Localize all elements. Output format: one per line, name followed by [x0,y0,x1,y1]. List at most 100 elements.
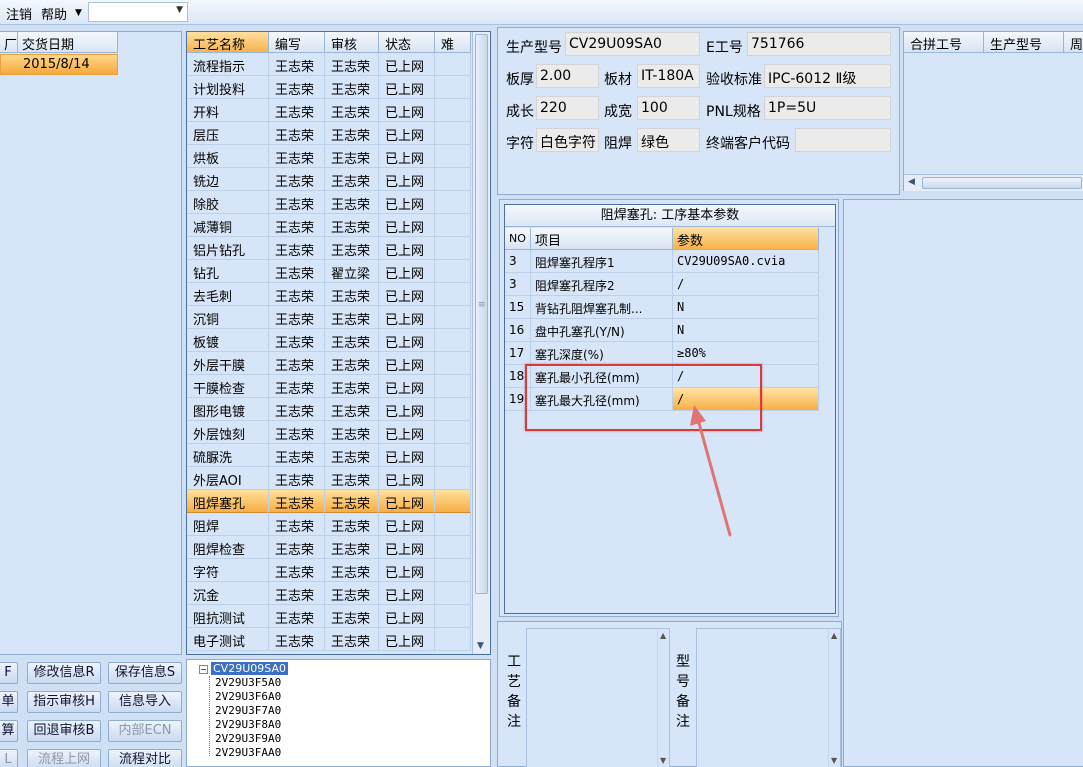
table-row[interactable]: 字符 王志荣 王志荣 已上网 [187,559,471,582]
order-row-delivery-date[interactable]: 2015/8/14 [0,54,118,75]
table-row[interactable]: 电子测试 王志荣 王志荣 已上网 [187,628,471,651]
edit-info-button[interactable]: 修改信息R [27,662,101,684]
table-row[interactable]: 17 塞孔深度(%) ≥80% [505,342,819,365]
column-header-difficulty[interactable]: 难度 [435,32,471,72]
table-row[interactable]: 外层干膜 王志荣 王志荣 已上网 [187,352,471,375]
table-row[interactable]: 沉铜 王志荣 王志荣 已上网 [187,306,471,329]
button-f[interactable]: F [0,662,18,684]
table-row[interactable]: 烘板 王志荣 王志荣 已上网 [187,145,471,168]
collapse-icon[interactable]: − [199,664,208,674]
column-header-item[interactable]: 项目 [531,228,673,250]
eng-no-field[interactable]: 751766 [747,32,891,56]
button-single[interactable]: 单 [0,691,18,713]
chevron-down-icon[interactable]: ▼ [176,5,183,15]
table-row[interactable]: 阻焊塞孔 王志荣 王志荣 已上网 [187,490,471,513]
table-row[interactable]: 计划投料 王志荣 王志荣 已上网 [187,76,471,99]
toolbar-dropdown[interactable]: ▼ [88,2,188,22]
table-row[interactable]: 15 背钻孔阻焊塞孔制... N [505,296,819,319]
model-remark-textarea[interactable]: ▲ ▼ [696,628,841,767]
table-row[interactable]: 外层AOI 王志荣 王志荣 已上网 [187,467,471,490]
import-info-button[interactable]: 信息导入 [108,691,182,713]
table-row[interactable]: 外层蚀刻 王志荣 王志荣 已上网 [187,421,471,444]
material-field[interactable]: IT-180A [637,64,700,88]
save-info-button[interactable]: 保存信息S [108,662,182,684]
table-row[interactable]: 钻孔 王志荣 翟立梁 已上网 [187,260,471,283]
scroll-down-icon[interactable]: ▼ [831,756,837,765]
table-row[interactable]: 干膜检查 王志荣 王志荣 已上网 [187,375,471,398]
button-calc[interactable]: 算 [0,720,18,742]
scroll-up-icon[interactable]: ▲ [660,631,666,640]
table-row[interactable]: 铣边 王志荣 王志荣 已上网 [187,168,471,191]
table-row[interactable]: 沉金 王志荣 王志荣 已上网 [187,582,471,605]
menu-help[interactable]: 帮助 [41,4,67,23]
column-header-delivery-date[interactable]: 交货日期 [18,32,118,53]
scrollbar-thumb[interactable] [475,34,488,594]
column-header-process-name[interactable]: 工艺名称 [187,32,269,53]
cell-param[interactable]: / [673,273,819,296]
table-row[interactable]: 流程指示 王志荣 王志荣 已上网 [187,53,471,76]
table-row[interactable]: 阻焊检查 王志荣 王志荣 已上网 [187,536,471,559]
revert-review-button[interactable]: 回退审核B [27,720,101,742]
tree-root[interactable]: − CV29U09SA0 [199,662,288,675]
table-row[interactable]: 铝片钻孔 王志荣 王志荣 已上网 [187,237,471,260]
remark-scrollbar[interactable]: ▲ ▼ [828,629,840,767]
cell-param[interactable]: CV29U09SA0.cvia [673,250,819,273]
menu-logout[interactable]: 注销 [6,4,32,23]
instruction-review-button[interactable]: 指示审核H [27,691,101,713]
table-row[interactable]: 层压 王志荣 王志荣 已上网 [187,122,471,145]
pnl-field[interactable]: 1P=5U [764,96,891,120]
column-header-author[interactable]: 编写 [269,32,325,53]
table-row[interactable]: 阻抗测试 王志荣 王志荣 已上网 [187,605,471,628]
merge-table-hscrollbar[interactable]: ◀ [904,174,1083,191]
tree-item[interactable]: 2V29U3F7A0 [215,704,281,717]
table-row[interactable]: 减薄铜 王志荣 王志荣 已上网 [187,214,471,237]
process-remark-textarea[interactable]: ▲ ▼ [526,628,670,767]
width-field[interactable]: 100 [637,96,700,120]
scrollbar-thumb[interactable] [922,177,1082,189]
column-header-param[interactable]: 参数 [673,228,819,250]
model-field[interactable]: CV29U09SA0 [565,32,700,56]
solder-mask-field[interactable]: 绿色 [637,128,700,152]
table-row[interactable]: 3 阻焊塞孔程序1 CV29U09SA0.cvia [505,250,819,273]
column-header-status[interactable]: 状态 [379,32,435,53]
tree-item[interactable]: 2V29U3F9A0 [215,732,281,745]
table-row[interactable]: 16 盘中孔塞孔(Y/N) N [505,319,819,342]
thickness-field[interactable]: 2.00 [536,64,599,88]
scroll-left-icon[interactable]: ◀ [908,177,915,187]
table-row[interactable]: 除胶 王志荣 王志荣 已上网 [187,191,471,214]
length-field[interactable]: 220 [536,96,599,120]
cell-param[interactable]: ≥80% [673,342,819,365]
cell-param[interactable]: N [673,319,819,342]
table-row[interactable]: 阻焊 王志荣 王志荣 已上网 [187,513,471,536]
tree-item[interactable]: 2V29U3FAA0 [215,746,281,759]
table-row[interactable]: 去毛刺 王志荣 王志荣 已上网 [187,283,471,306]
tree-item[interactable]: 2V29U3F8A0 [215,718,281,731]
tree-item[interactable]: 2V29U3F5A0 [215,676,281,689]
column-header-merge-model[interactable]: 生产型号 [984,32,1064,53]
table-row[interactable]: 图形电镀 王志荣 王志荣 已上网 [187,398,471,421]
button-l[interactable]: L [0,749,18,767]
tree-root-label[interactable]: CV29U09SA0 [211,662,288,675]
cell-param[interactable]: N [673,296,819,319]
table-row[interactable]: 3 阻焊塞孔程序2/ [505,273,819,296]
scroll-down-icon[interactable]: ▼ [660,756,666,765]
publish-flow-button[interactable]: 流程上网 [27,749,101,767]
tree-item[interactable]: 2V29U3F6A0 [215,690,281,703]
standard-field[interactable]: IPC-6012 Ⅱ级 [764,64,891,88]
column-header-factory[interactable]: 厂 [0,32,18,53]
column-header-no[interactable]: NO [505,228,531,250]
char-field[interactable]: 白色字符 [536,128,599,152]
column-header-reviewer[interactable]: 审核 [325,32,379,53]
chevron-down-icon[interactable]: ▼ [75,8,82,18]
process-grid-scrollbar[interactable]: ≡ ▼ [472,32,490,654]
compare-flow-button[interactable]: 流程对比 [108,749,182,767]
internal-ecn-button[interactable]: 内部ECN [108,720,182,742]
table-row[interactable]: 板镀 王志荣 王志荣 已上网 [187,329,471,352]
remark-scrollbar[interactable]: ▲ ▼ [657,629,669,767]
scroll-down-icon[interactable]: ▼ [477,641,484,651]
table-row[interactable]: 硫脲洗 王志荣 王志荣 已上网 [187,444,471,467]
table-row[interactable]: 开料 王志荣 王志荣 已上网 [187,99,471,122]
scroll-up-icon[interactable]: ▲ [831,631,837,640]
column-header-merge-no[interactable]: 合拼工号 [904,32,984,53]
customer-code-field[interactable] [795,128,891,152]
